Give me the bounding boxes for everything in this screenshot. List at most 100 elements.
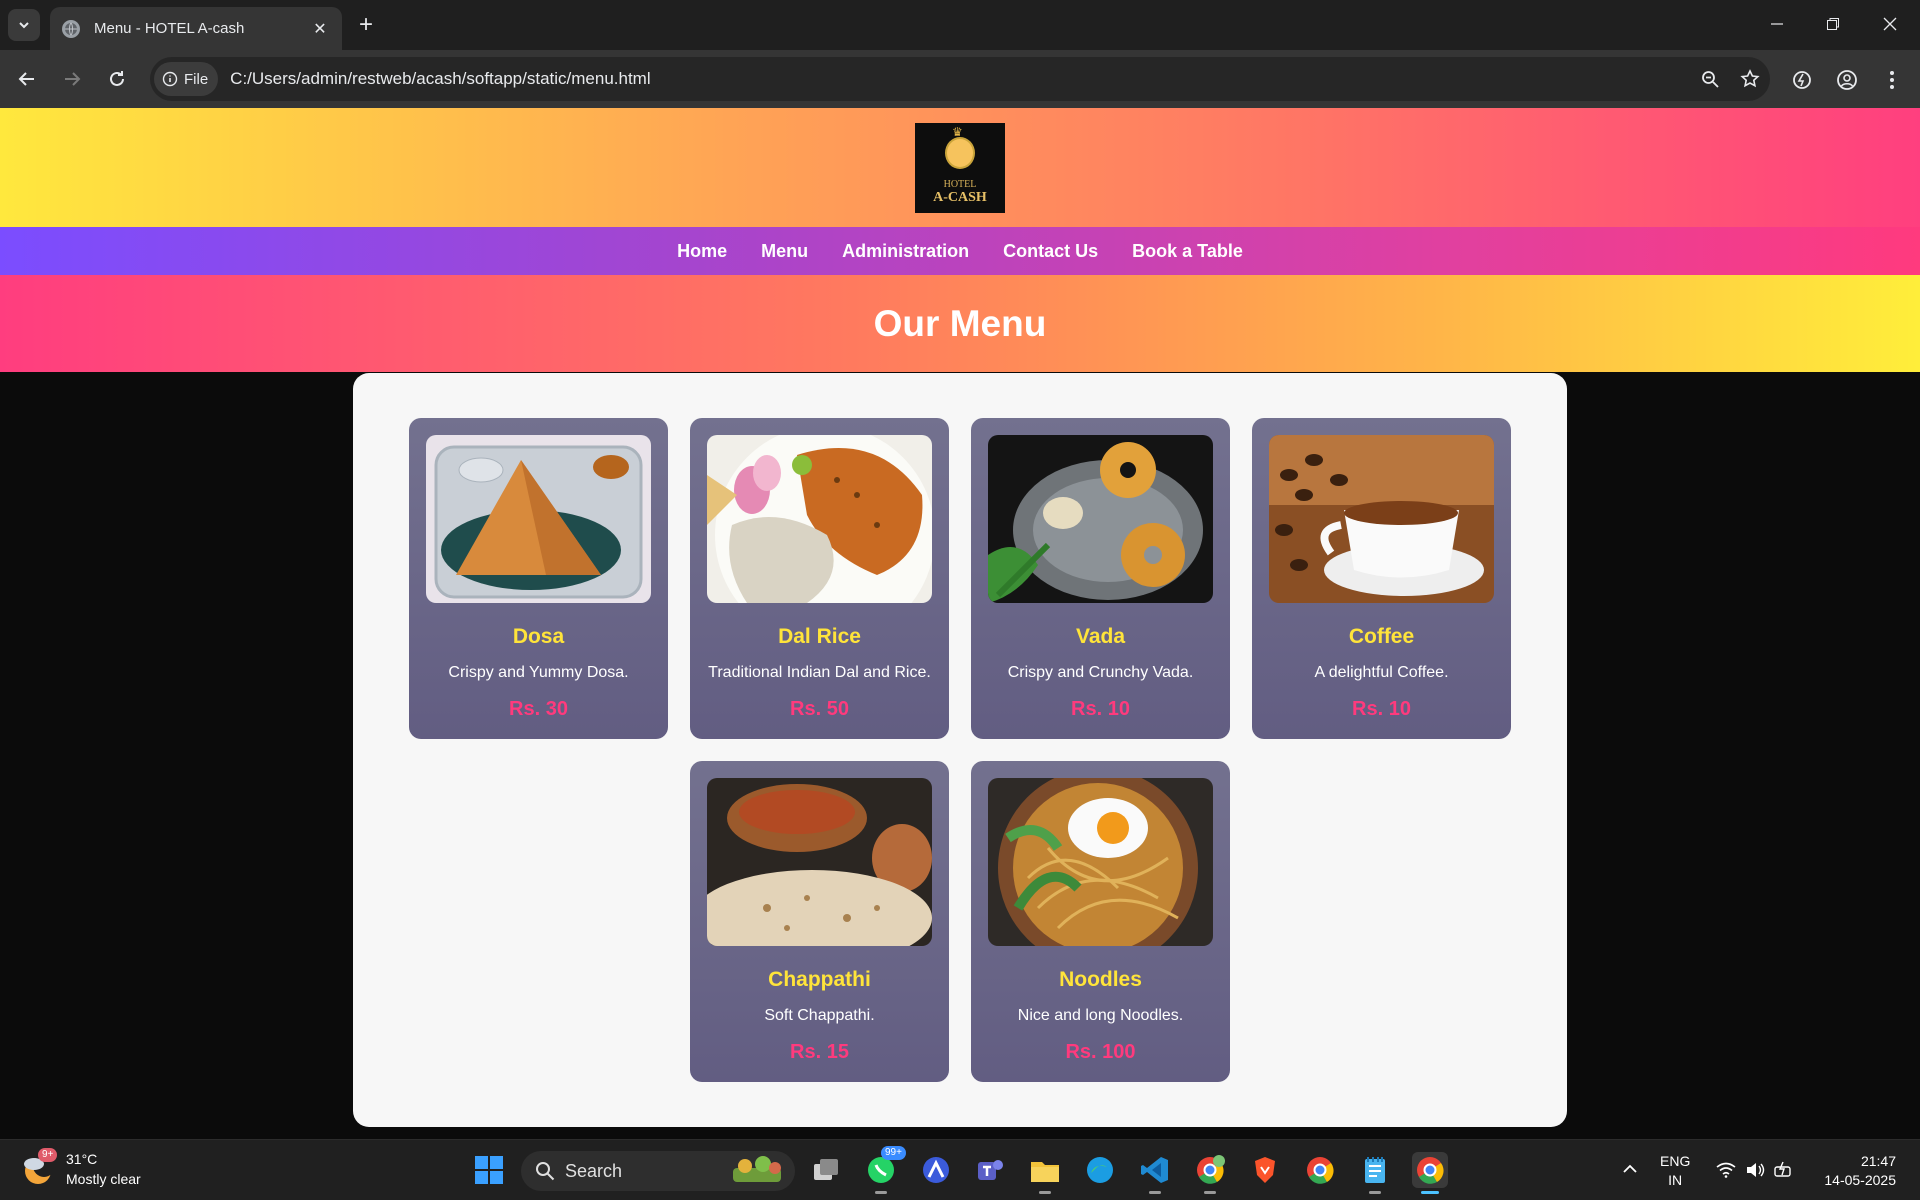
volume-icon[interactable] (1745, 1162, 1765, 1183)
item-price: Rs. 100 (1065, 1041, 1136, 1063)
item-description: Soft Chappathi. (764, 1007, 875, 1024)
item-name: Noodles (1059, 968, 1142, 991)
minimize-button[interactable] (1749, 0, 1805, 48)
item-description: Nice and long Noodles. (1017, 1007, 1184, 1024)
brave-icon[interactable] (1247, 1152, 1283, 1188)
nav-contact-us[interactable]: Contact Us (1003, 241, 1098, 262)
item-description: A delightful Coffee. (1314, 664, 1449, 681)
chrome-active-icon[interactable] (1412, 1152, 1448, 1194)
item-price: Rs. 15 (790, 1041, 849, 1063)
language-indicator[interactable]: ENG IN (1660, 1152, 1690, 1190)
back-button[interactable] (11, 63, 43, 95)
menu-hero: Our Menu (0, 275, 1920, 372)
language-line-2: IN (1668, 1172, 1683, 1188)
vscode-icon[interactable] (1137, 1152, 1173, 1194)
address-bar[interactable]: File C:/Users/admin/restweb/acash/softap… (150, 57, 1770, 101)
taskbar-search[interactable]: Search (521, 1151, 795, 1191)
tab-title: Menu - HOTEL A-cash (94, 20, 245, 37)
weather-widget[interactable]: 9+ 31°C Mostly clear (22, 1148, 141, 1189)
notepad-icon[interactable] (1357, 1152, 1393, 1194)
start-windows-icon[interactable] (471, 1152, 507, 1188)
item-price: Rs. 50 (790, 698, 849, 720)
chappathi-image (707, 778, 932, 946)
nav-home[interactable]: Home (677, 241, 727, 262)
close-window-button[interactable] (1862, 0, 1918, 48)
profile-icon[interactable] (1830, 63, 1864, 97)
search-highlight-icon (729, 1154, 785, 1189)
wifi-icon[interactable] (1716, 1162, 1736, 1183)
performance-icon[interactable] (1785, 63, 1819, 97)
menu-card-coffee[interactable]: Coffee A delightful Coffee. Rs. 10 (1252, 418, 1511, 739)
edge-icon[interactable] (1082, 1152, 1118, 1188)
nav-menu[interactable]: Menu (761, 241, 808, 262)
zoom-icon[interactable] (1690, 59, 1730, 99)
site-header: ♛ HOTEL A-CASH (0, 108, 1920, 227)
item-name: Vada (1075, 625, 1126, 648)
menu-card-noodles[interactable]: Noodles Nice and long Noodles. Rs. 100 (971, 761, 1230, 1082)
clock[interactable]: 21:47 14-05-2025 (1816, 1152, 1896, 1190)
info-icon (162, 71, 178, 87)
restore-button[interactable] (1805, 0, 1861, 48)
item-description: Crispy and Crunchy Vada. (1007, 664, 1194, 681)
weather-badge: 9+ (38, 1148, 58, 1162)
battery-icon[interactable] (1773, 1161, 1795, 1184)
item-name: Chappathi (768, 968, 871, 991)
language-line-1: ENG (1660, 1153, 1691, 1169)
item-description: Traditional Indian Dal and Rice. (708, 664, 931, 681)
hotel-logo[interactable]: ♛ HOTEL A-CASH (915, 122, 1005, 213)
browser-tab-strip: Menu - HOTEL A-cash ✕ + (0, 0, 1920, 50)
vada-image (988, 435, 1213, 603)
reload-icon (110, 71, 124, 86)
windows-taskbar: 9+ 31°C Mostly clear Search 99+ ENG IN 2… (0, 1139, 1920, 1200)
search-icon (536, 1162, 555, 1181)
item-description: Crispy and Yummy Dosa. (448, 664, 629, 681)
app-a-icon[interactable] (918, 1152, 954, 1188)
bookmark-star-icon[interactable] (1730, 59, 1770, 99)
chrome-profile-icon[interactable] (1192, 1152, 1228, 1194)
item-price: Rs. 30 (509, 698, 568, 720)
reload-button[interactable] (101, 63, 133, 95)
page-title: Our Menu (873, 302, 1047, 344)
menu-card-chappathi[interactable]: Chappathi Soft Chappathi. Rs. 15 (690, 761, 949, 1082)
file-explorer-icon[interactable] (1027, 1152, 1063, 1194)
logo-line-1: HOTEL (943, 178, 977, 190)
nav-book-a-table[interactable]: Book a Table (1132, 241, 1243, 262)
whatsapp-icon[interactable]: 99+ (863, 1146, 906, 1194)
item-name: Coffee (1348, 625, 1415, 648)
arrow-right-icon (65, 72, 81, 86)
menu-kebab-icon[interactable] (1875, 63, 1909, 97)
forward-button[interactable] (56, 63, 88, 95)
weather-desc: Mostly clear (66, 1171, 141, 1187)
task-view-icon[interactable] (808, 1152, 844, 1188)
site-chip-label: File (184, 70, 209, 88)
tray-overflow-chevron-icon[interactable] (1622, 1160, 1638, 1179)
coffee-image (1269, 435, 1494, 603)
item-name: Dosa (512, 625, 565, 648)
clock-time: 21:47 (1860, 1153, 1896, 1169)
chrome-icon[interactable] (1302, 1152, 1338, 1188)
noodles-image (988, 778, 1213, 946)
menu-card-vada[interactable]: Vada Crispy and Crunchy Vada. Rs. 10 (971, 418, 1230, 739)
menu-card-dal-rice[interactable]: Dal Rice Traditional Indian Dal and Rice… (690, 418, 949, 739)
crown-icon: ♛ (952, 124, 963, 139)
teams-icon[interactable] (972, 1152, 1008, 1188)
url-text[interactable]: C:/Users/admin/restweb/acash/softapp/sta… (230, 69, 1690, 89)
globe-icon (62, 19, 80, 38)
nav-administration[interactable]: Administration (842, 241, 969, 262)
logo-line-2: A-CASH (933, 189, 987, 205)
site-info-chip[interactable]: File (154, 62, 219, 96)
tab-search-button[interactable] (8, 9, 40, 41)
menu-card-dosa[interactable]: Dosa Crispy and Yummy Dosa. Rs. 30 (409, 418, 668, 739)
item-name: Dal Rice (778, 625, 861, 648)
item-price: Rs. 10 (1352, 698, 1411, 720)
weather-moon-icon: 9+ (22, 1148, 58, 1186)
whatsapp-badge: 99+ (881, 1146, 906, 1160)
search-label: Search (565, 1160, 623, 1181)
tab-close-icon[interactable]: ✕ (310, 19, 330, 39)
menu-panel: Dosa Crispy and Yummy Dosa. Rs. 30 Dal R… (353, 373, 1567, 1127)
dosa-image (426, 435, 651, 603)
main-nav: Home Menu Administration Contact Us Book… (0, 227, 1920, 275)
browser-tab[interactable]: Menu - HOTEL A-cash ✕ (50, 7, 342, 50)
new-tab-button[interactable]: + (352, 12, 380, 40)
browser-toolbar: File C:/Users/admin/restweb/acash/softap… (0, 50, 1920, 108)
